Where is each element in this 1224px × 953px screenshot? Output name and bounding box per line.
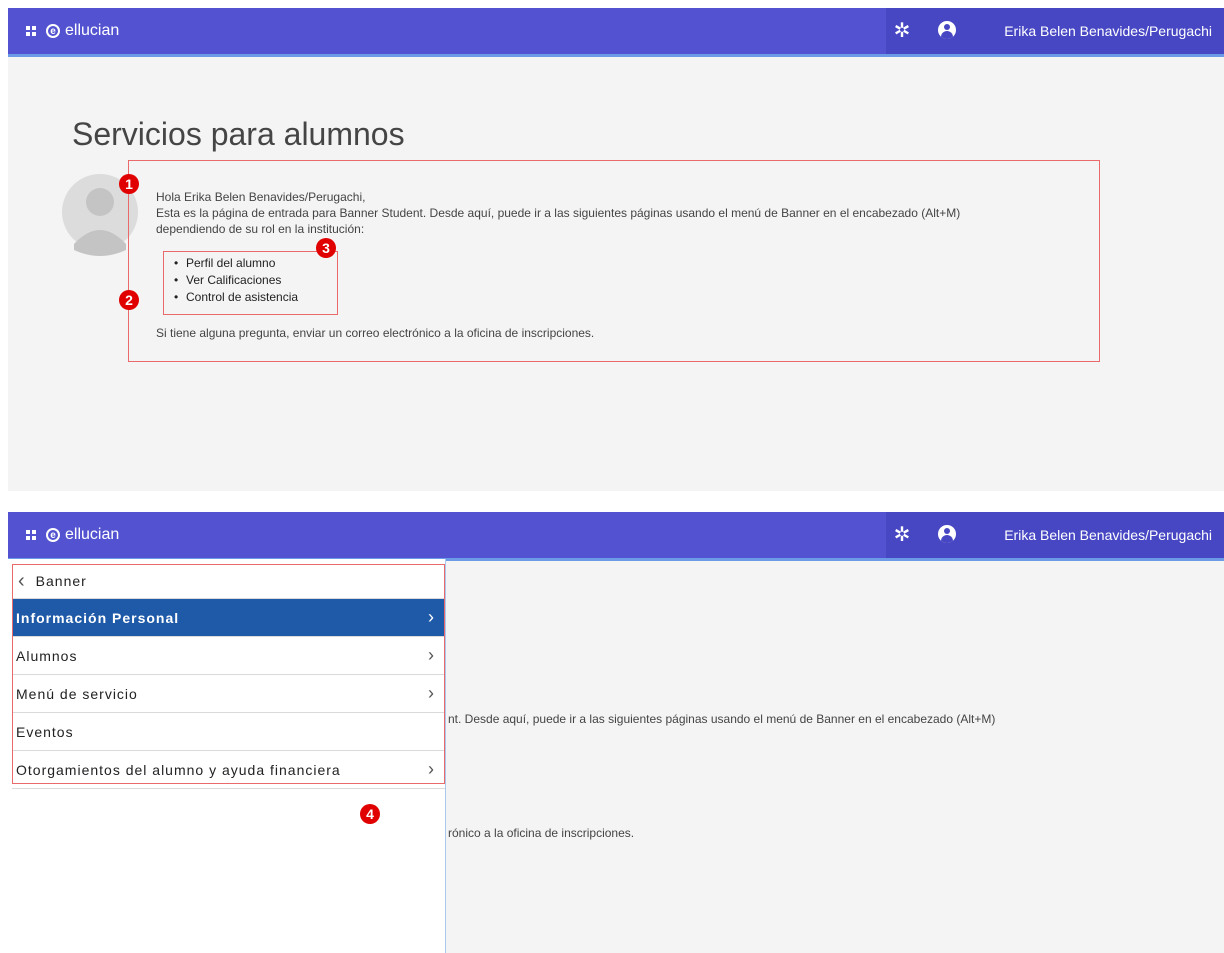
screenshot-panel-menu: e ellucian ✲ Erika Belen Benavides/Perug… (8, 512, 1224, 953)
menu-highlight-box (12, 564, 445, 784)
link-ver-calificaciones[interactable]: Ver Calificaciones (168, 272, 298, 289)
welcome-footer: Si tiene alguna pregunta, enviar un corr… (156, 326, 595, 340)
annotation-badge-2: 2 (119, 290, 139, 310)
apps-grid-icon[interactable] (26, 26, 36, 36)
user-icon[interactable] (938, 525, 956, 543)
top-navigation-bar: e ellucian ✲ Erika Belen Benavides/Perug… (8, 8, 1224, 57)
ellucian-logo-text[interactable]: ellucian (65, 22, 119, 40)
quick-links-list: Perfil del alumno Ver Calificaciones Con… (168, 255, 298, 306)
background-welcome-line: nt. Desde aquí, puede ir a las siguiente… (448, 712, 996, 726)
welcome-message: Hola Erika Belen Benavides/Perugachi, Es… (156, 189, 960, 237)
top-navigation-bar: e ellucian ✲ Erika Belen Benavides/Perug… (8, 512, 1224, 561)
ellucian-logo-text[interactable]: ellucian (65, 526, 119, 544)
apps-grid-icon[interactable] (26, 530, 36, 540)
screenshot-panel-home: e ellucian ✲ Erika Belen Benavides/Perug… (8, 8, 1224, 491)
link-control-asistencia[interactable]: Control de asistencia (168, 289, 298, 306)
welcome-greeting: Hola Erika Belen Benavides/Perugachi, (156, 190, 366, 204)
welcome-line-1: Esta es la página de entrada para Banner… (156, 206, 961, 220)
user-name[interactable]: Erika Belen Benavides/Perugachi (1004, 8, 1212, 54)
background-footer-line: rónico a la oficina de inscripciones. (448, 826, 635, 840)
annotation-badge-3: 3 (316, 238, 336, 258)
annotation-badge-4: 4 (360, 804, 380, 824)
user-icon[interactable] (938, 21, 956, 39)
gear-icon[interactable]: ✲ (892, 525, 912, 545)
ellucian-logo-icon: e (46, 24, 60, 38)
page-title: Servicios para alumnos (72, 116, 405, 152)
link-perfil-alumno[interactable]: Perfil del alumno (168, 255, 298, 272)
welcome-line-2: dependiendo de su rol en la institución: (156, 222, 365, 236)
ellucian-logo-icon: e (46, 528, 60, 542)
annotation-badge-1: 1 (119, 174, 139, 194)
user-name[interactable]: Erika Belen Benavides/Perugachi (1004, 512, 1212, 558)
gear-icon[interactable]: ✲ (892, 21, 912, 41)
